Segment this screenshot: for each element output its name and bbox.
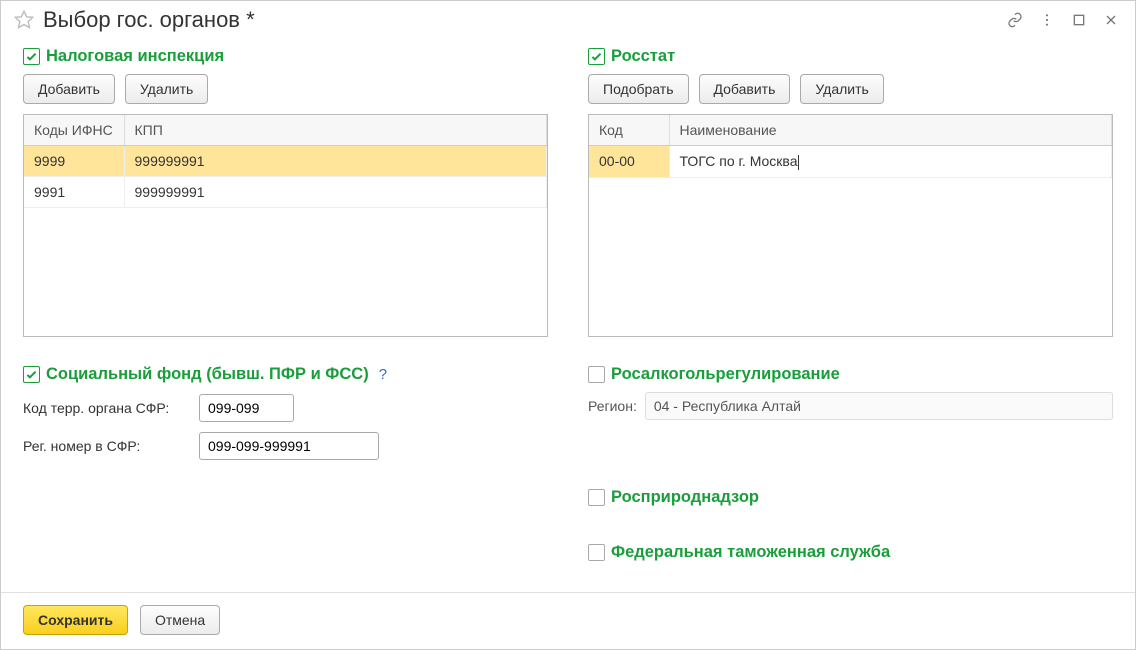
fts-checkbox[interactable] (588, 544, 605, 561)
rosstat-grid[interactable]: Код Наименование 00-00 ТОГС по г. Москва (588, 114, 1113, 337)
more-menu-icon[interactable] (1035, 8, 1059, 32)
rosstat-col-name[interactable]: Наименование (669, 115, 1112, 146)
tax-row[interactable]: 9999 999999991 (24, 146, 547, 177)
window: Выбор гос. органов * Налоговая инспекция… (0, 0, 1136, 650)
link-icon[interactable] (1003, 8, 1027, 32)
rosstat-row[interactable]: 00-00 ТОГС по г. Москва (589, 146, 1112, 177)
sfr-checkbox[interactable] (23, 366, 40, 383)
tax-add-button[interactable]: Добавить (23, 74, 115, 104)
rosstat-pick-button[interactable]: Подобрать (588, 74, 689, 104)
sfr-terr-code-input[interactable] (199, 394, 294, 422)
rosstat-checkbox[interactable] (588, 48, 605, 65)
rosstat-toolbar: Подобрать Добавить Удалить (588, 74, 1113, 104)
tax-delete-button[interactable]: Удалить (125, 74, 208, 104)
tax-cell-code[interactable]: 9999 (24, 146, 124, 177)
rosalko-title-text: Росалкогольрегулирование (611, 365, 840, 384)
sfr-help-icon[interactable]: ? (379, 366, 387, 383)
rosstat-delete-button[interactable]: Удалить (800, 74, 883, 104)
rosprirod-title-text: Росприроднадзор (611, 488, 759, 507)
rosstat-title-text: Росстат (611, 47, 675, 66)
favorite-star-icon[interactable] (13, 9, 35, 31)
section-tax: Налоговая инспекция Добавить Удалить Код… (23, 47, 548, 337)
rosstat-add-button[interactable]: Добавить (699, 74, 791, 104)
tax-checkbox[interactable] (23, 48, 40, 65)
section-sfr: Социальный фонд (бывш. ПФР и ФСС) ? Код … (23, 365, 548, 460)
sfr-title-text: Социальный фонд (бывш. ПФР и ФСС) (46, 365, 369, 384)
section-rosprirod: Росприроднадзор (588, 488, 1113, 515)
close-icon[interactable] (1099, 8, 1123, 32)
tax-row[interactable]: 9991 999999991 (24, 177, 547, 208)
tax-cell-kpp[interactable]: 999999991 (124, 177, 547, 208)
section-fts-title: Федеральная таможенная служба (588, 543, 1113, 562)
tax-title-text: Налоговая инспекция (46, 47, 224, 66)
section-fts: Федеральная таможенная служба (588, 543, 1113, 570)
rosstat-col-code[interactable]: Код (589, 115, 669, 146)
tax-grid[interactable]: Коды ИФНС КПП 9999 999999991 (23, 114, 548, 337)
fts-title-text: Федеральная таможенная служба (611, 543, 890, 562)
tax-cell-kpp[interactable]: 999999991 (124, 146, 547, 177)
titlebar: Выбор гос. органов * (1, 1, 1135, 43)
content-area: Налоговая инспекция Добавить Удалить Код… (1, 43, 1135, 592)
tax-col-kpp[interactable]: КПП (124, 115, 547, 146)
section-rosstat-title: Росстат (588, 47, 1113, 66)
tax-col-code[interactable]: Коды ИФНС (24, 115, 124, 146)
sfr-reg-num-label: Рег. номер в СФР: (23, 438, 193, 454)
save-button[interactable]: Сохранить (23, 605, 128, 635)
rosalko-region-label: Регион: (588, 398, 637, 414)
section-rosalko: Росалкогольрегулирование Регион: 04 - Ре… (588, 365, 1113, 460)
tax-toolbar: Добавить Удалить (23, 74, 548, 104)
maximize-icon[interactable] (1067, 8, 1091, 32)
rosstat-cell-name[interactable]: ТОГС по г. Москва (669, 146, 1112, 177)
section-tax-title: Налоговая инспекция (23, 47, 548, 66)
sfr-terr-code-row: Код терр. органа СФР: (23, 394, 548, 422)
rosprirod-checkbox[interactable] (588, 489, 605, 506)
rosalko-checkbox[interactable] (588, 366, 605, 383)
footer: Сохранить Отмена (1, 592, 1135, 649)
text-caret (798, 155, 799, 170)
sfr-terr-code-label: Код терр. органа СФР: (23, 400, 193, 416)
section-rosstat: Росстат Подобрать Добавить Удалить Код Н… (588, 47, 1113, 337)
sfr-reg-num-input[interactable] (199, 432, 379, 460)
tax-cell-code[interactable]: 9991 (24, 177, 124, 208)
cancel-button[interactable]: Отмена (140, 605, 220, 635)
rosalko-region-row: Регион: 04 - Республика Алтай (588, 392, 1113, 420)
rosstat-cell-code[interactable]: 00-00 (589, 146, 669, 177)
sfr-reg-num-row: Рег. номер в СФР: (23, 432, 548, 460)
section-rosalko-title: Росалкогольрегулирование (588, 365, 1113, 384)
window-title: Выбор гос. органов * (43, 7, 995, 33)
section-sfr-title: Социальный фонд (бывш. ПФР и ФСС) ? (23, 365, 548, 384)
rosalko-region-field[interactable]: 04 - Республика Алтай (645, 392, 1113, 420)
section-rosprirod-title: Росприроднадзор (588, 488, 1113, 507)
